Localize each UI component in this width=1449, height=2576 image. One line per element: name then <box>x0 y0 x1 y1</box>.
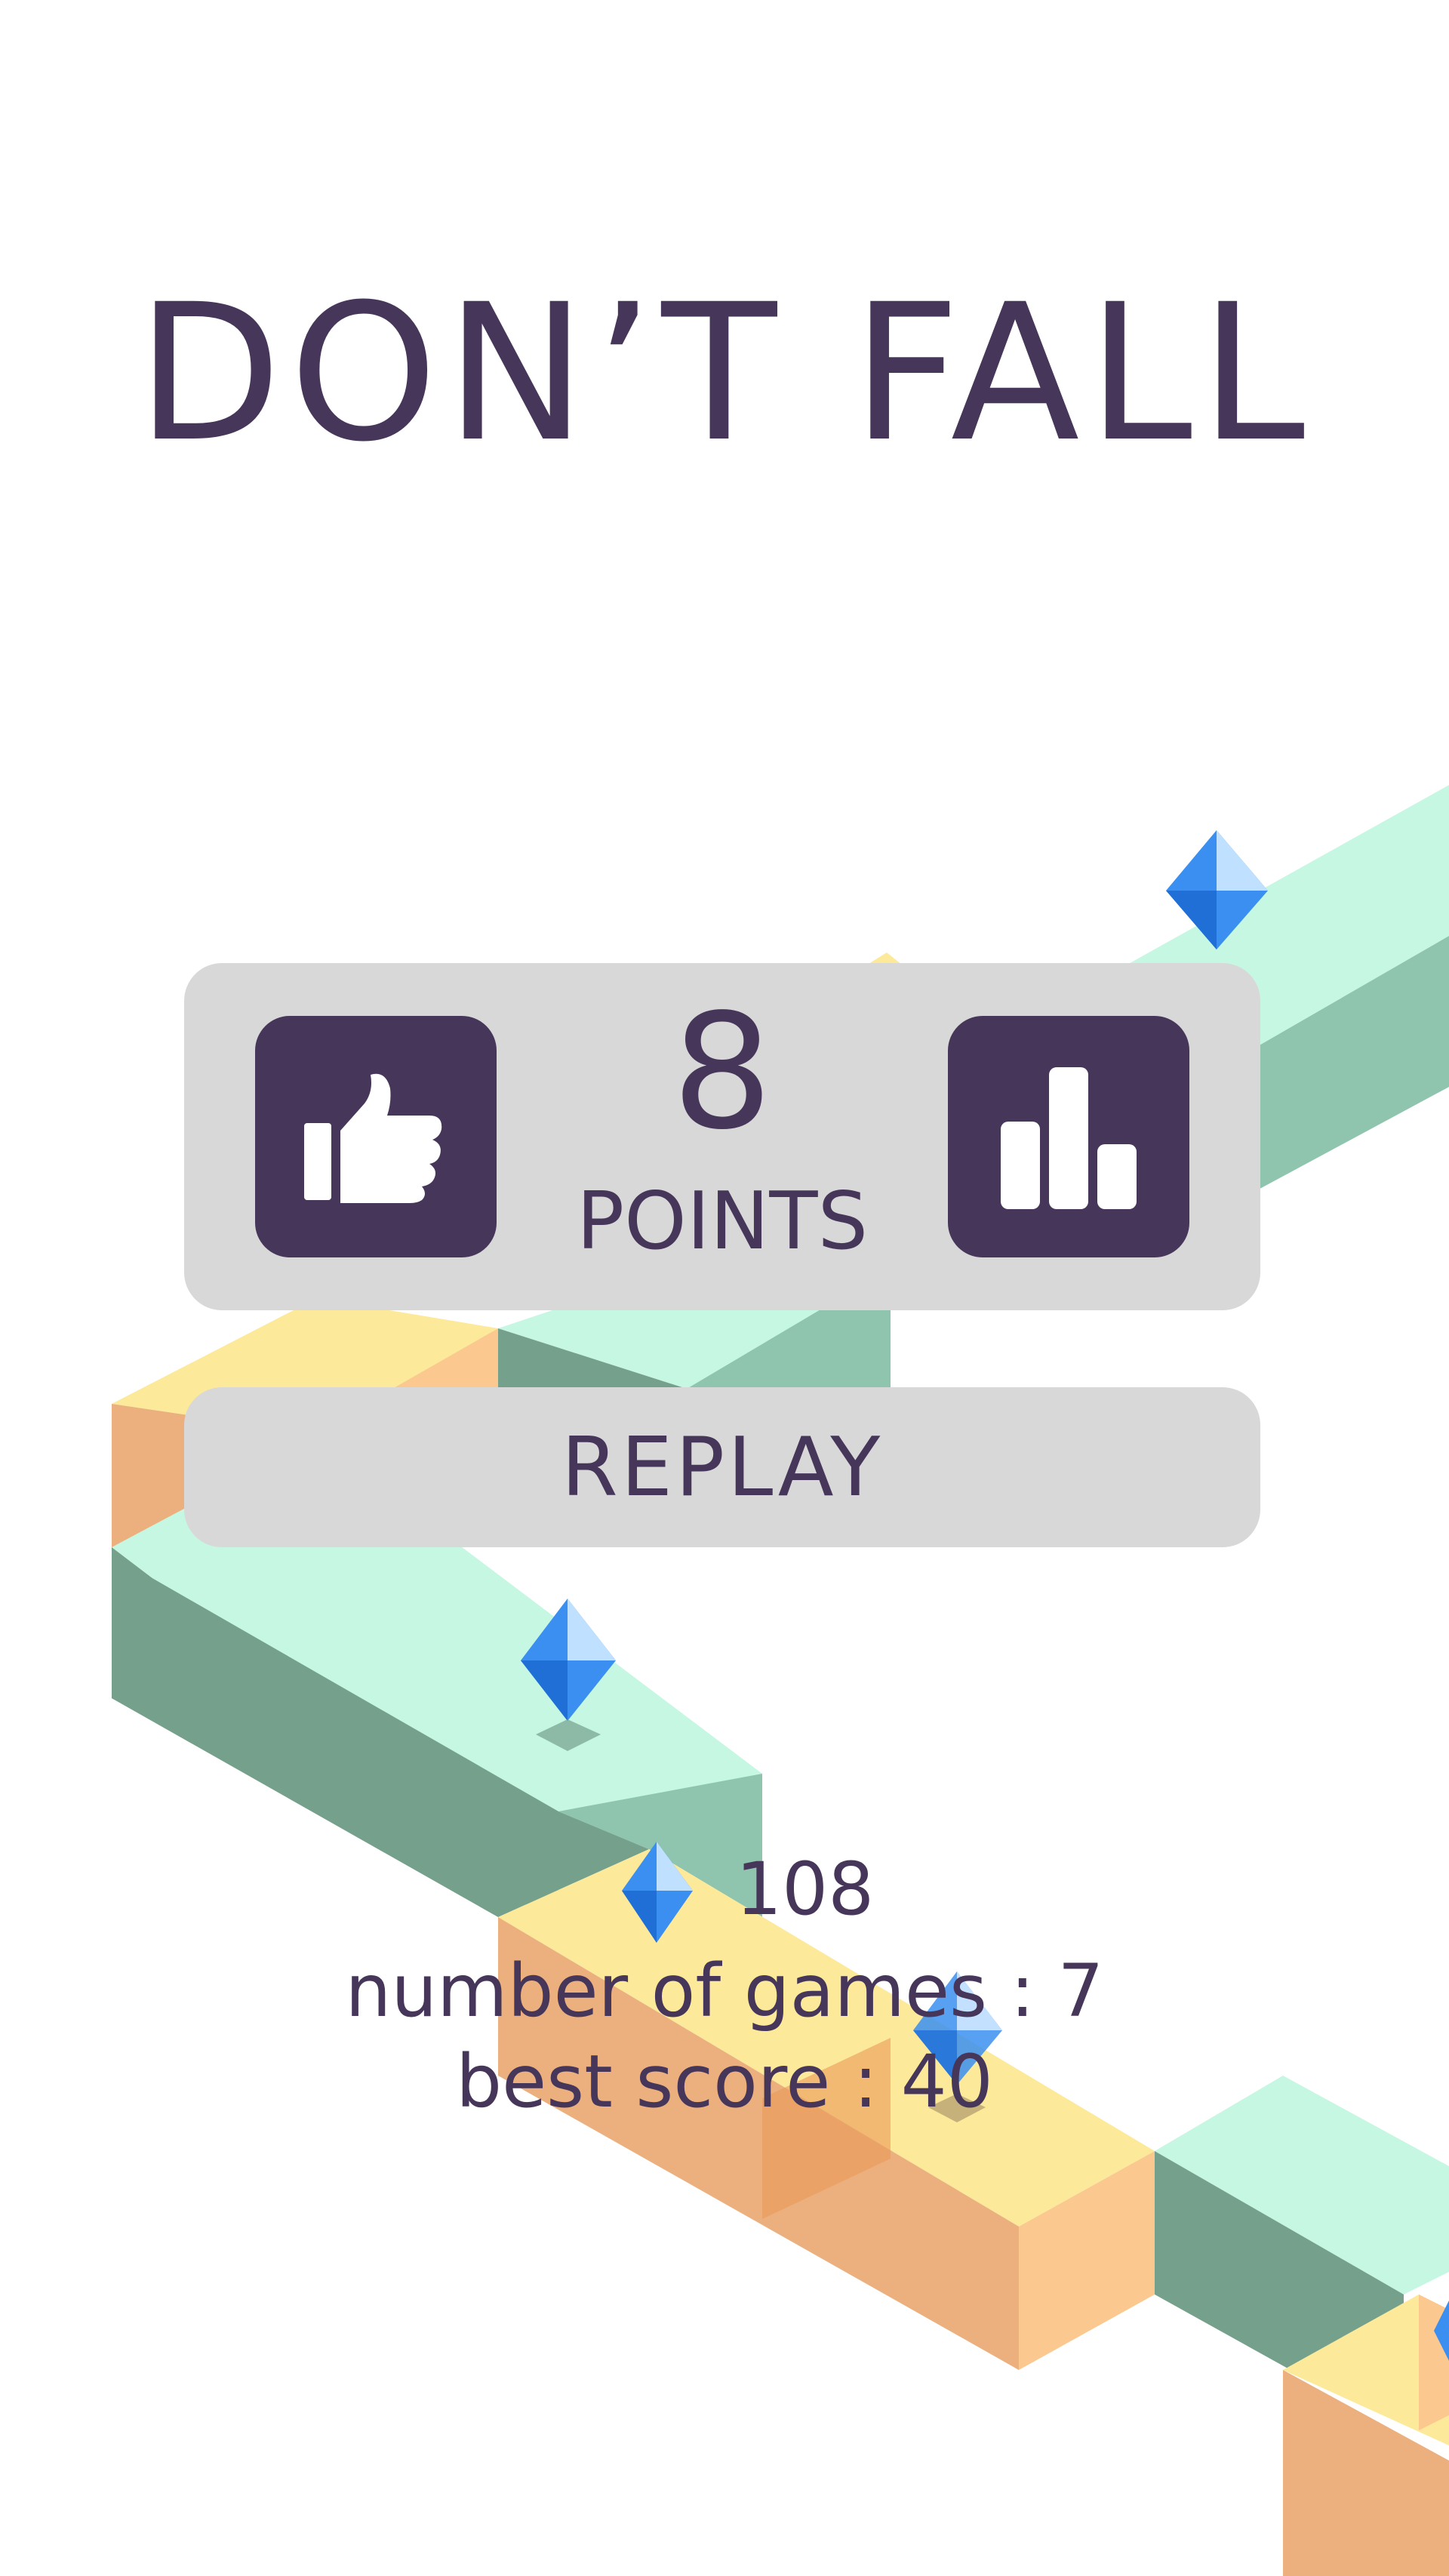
games-played-row: number of games : 7 <box>0 1955 1449 2027</box>
replay-button[interactable]: REPLAY <box>184 1387 1260 1547</box>
games-played-value: 7 <box>1057 1949 1104 2033</box>
score-panel: 8 POINTS <box>184 963 1260 1310</box>
leaderboard-icon <box>1001 1067 1137 1209</box>
leaderboard-button[interactable] <box>948 1016 1189 1257</box>
game-title: DON’T FALL <box>136 263 1313 483</box>
gem-count: 108 <box>736 1847 875 1931</box>
best-score-row: best score : 40 <box>0 2045 1449 2118</box>
games-played-label: number of games : <box>345 1949 1035 2033</box>
best-score-value: 40 <box>900 2039 993 2124</box>
best-score-label: best score : <box>456 2039 878 2124</box>
